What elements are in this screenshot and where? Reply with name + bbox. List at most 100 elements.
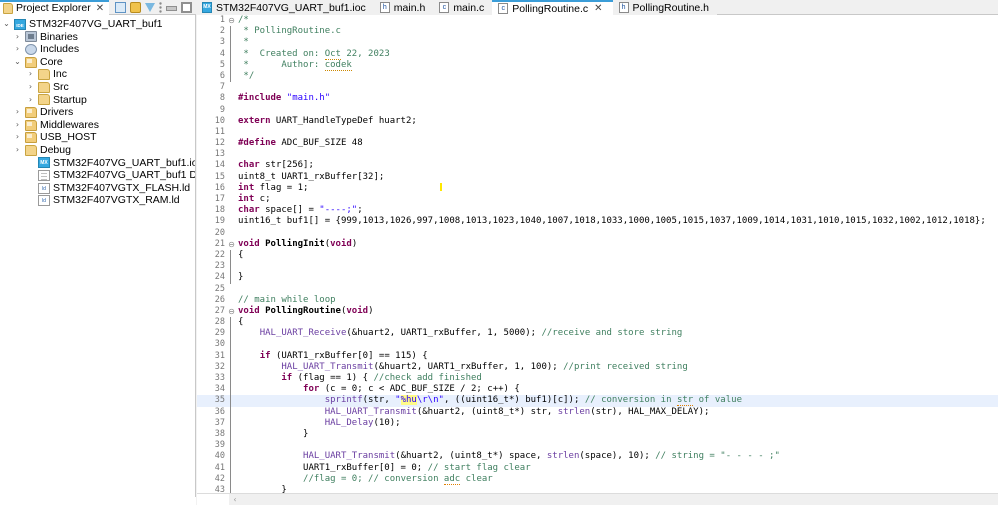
tree-item-debug[interactable]: › Debug xyxy=(0,144,195,157)
code-line-3[interactable]: 3 * xyxy=(197,37,998,49)
code-line-text: */ xyxy=(238,70,255,81)
code-line-6[interactable]: 6 */ xyxy=(197,70,998,83)
tree-item-stm32f407vgtx-flash-ld[interactable]: STM32F407VGTX_FLASH.ld xyxy=(0,182,195,195)
scrollbar-track[interactable] xyxy=(241,493,998,505)
code-line-20[interactable]: 20 xyxy=(197,228,998,239)
code-line-37[interactable]: 37 HAL_Delay(10); xyxy=(197,417,998,429)
code-line-19[interactable]: 19 uint16_t buf1[] = {999,1013,1026,997,1… xyxy=(197,216,998,227)
code-lines-container[interactable]: 1 ⊖/* 2 * PollingRoutine.c 3 * 4 * Created o… xyxy=(197,15,998,493)
horizontal-scrollbar[interactable]: ‹ xyxy=(197,493,998,505)
code-line-12[interactable]: 12 #define ADC_BUF_SIZE 48 xyxy=(197,138,998,149)
code-line-38[interactable]: 38 } xyxy=(197,428,998,441)
project-explorer-panel[interactable]: ⌄ STM32F407VG_UART_buf1 › Binaries › Includes… xyxy=(0,15,196,505)
code-line-13[interactable]: 13 xyxy=(197,149,998,160)
chevron-right-icon[interactable]: › xyxy=(13,144,22,157)
code-editor[interactable]: 1 ⊖/* 2 * PollingRoutine.c 3 * 4 * Created o… xyxy=(197,15,998,505)
editor-tab-pollingroutine-c[interactable]: PollingRoutine.c✕ xyxy=(492,0,613,15)
tree-item-inc[interactable]: › Inc xyxy=(0,68,195,81)
link-with-editor-icon[interactable] xyxy=(130,1,142,13)
tree-item-stm32f407vgtx-ram-ld[interactable]: STM32F407VGTX_RAM.ld xyxy=(0,194,195,207)
minimize-icon[interactable] xyxy=(166,6,178,11)
line-number: 42 xyxy=(214,473,225,484)
code-line-36[interactable]: 36 HAL_UART_Transmit(&huart2, (uint8_t*)… xyxy=(197,406,998,418)
editor-tab-main-h[interactable]: main.h xyxy=(373,0,434,15)
code-line-10[interactable]: 10 extern UART_HandleTypeDef huart2; xyxy=(197,116,998,127)
editor-tab-stm32f407vg-uart-buf1-ioc[interactable]: STM32F407VG_UART_buf1.ioc xyxy=(196,0,374,15)
code-line-26[interactable]: 26 // main while loop xyxy=(197,295,998,306)
code-line-2[interactable]: 2 * PollingRoutine.c xyxy=(197,26,998,38)
code-line-17[interactable]: 17 int c; xyxy=(197,194,998,205)
chevron-right-icon[interactable]: › xyxy=(13,119,22,132)
tree-item-usb-host[interactable]: › USB_HOST xyxy=(0,131,195,144)
code-line-40[interactable]: 40 HAL_UART_Transmit(&huart2, (uint8_t*)… xyxy=(197,451,998,463)
tree-item-startup[interactable]: › Startup xyxy=(0,94,195,107)
code-line-4[interactable]: 4 * Created on: Oct 22, 2023 xyxy=(197,48,998,60)
collapse-all-icon[interactable] xyxy=(115,1,127,13)
code-line-25[interactable]: 25 xyxy=(197,284,998,295)
code-line-21[interactable]: 21 ⊖ void PollingInit(void) xyxy=(197,239,998,250)
view-menu-icon[interactable] xyxy=(159,1,162,13)
tree-item-drivers[interactable]: › Drivers xyxy=(0,106,195,119)
code-line-41[interactable]: 41 UART1_rxBuffer[0] = 0; // start flag … xyxy=(197,462,998,474)
filter-icon[interactable] xyxy=(145,2,156,12)
fold-collapse-icon[interactable]: ⊖ xyxy=(227,239,236,250)
chevron-right-icon[interactable]: › xyxy=(26,68,35,81)
code-line-9[interactable]: 9 xyxy=(197,105,998,116)
line-number: 2 xyxy=(219,26,225,37)
chevron-right-icon[interactable]: › xyxy=(26,94,35,107)
close-icon[interactable]: ✕ xyxy=(94,3,106,14)
code-line-1[interactable]: 1 ⊖/* xyxy=(197,15,998,26)
chevron-right-icon[interactable]: › xyxy=(13,106,22,119)
code-line-28[interactable]: 28 { xyxy=(197,317,998,329)
code-line-39[interactable]: 39 xyxy=(197,440,998,452)
chevron-right-icon[interactable]: › xyxy=(13,131,22,144)
code-line-22[interactable]: 22 { xyxy=(197,249,998,262)
code-line-16[interactable]: 16 int flag = 1; xyxy=(197,183,998,194)
tree-item-stm32f407vg-uart-buf1-debug-launch[interactable]: STM32F407VG_UART_buf1 Debug.launch xyxy=(0,169,195,182)
scrollbar-gutter-pad xyxy=(197,493,229,505)
tab-project-explorer[interactable]: Project Explorer ✕ xyxy=(0,0,110,15)
chevron-right-icon[interactable]: › xyxy=(13,43,22,56)
chevron-down-icon[interactable]: ⌄ xyxy=(13,56,22,69)
fold-region-bar xyxy=(230,451,231,463)
close-icon[interactable]: ✕ xyxy=(592,3,604,14)
code-line-31[interactable]: 31 if (UART1_rxBuffer[0] == 115) { xyxy=(197,350,998,362)
code-line-33[interactable]: 33 if (flag == 1) { //check add finished xyxy=(197,373,998,385)
code-line-29[interactable]: 29 HAL_UART_Receive(&huart2, UART1_rxBuf… xyxy=(197,328,998,340)
scroll-left-icon[interactable]: ‹ xyxy=(229,494,241,505)
code-line-24[interactable]: 24} xyxy=(197,272,998,284)
code-line-18[interactable]: 18 char space[] = "----;"; xyxy=(197,205,998,216)
code-line-11[interactable]: 11 xyxy=(197,127,998,138)
tree-item-stm32f407vg-uart-buf1-ioc[interactable]: STM32F407VG_UART_buf1.ioc xyxy=(0,157,195,170)
code-line-35[interactable]: 35 sprintf(str, "%hu\r\n", ((uint16_t*) … xyxy=(197,395,998,407)
tree-item-label: Debug xyxy=(40,143,71,156)
source-folder-icon xyxy=(25,119,37,131)
tree-item-stm32f407vg-uart-buf1[interactable]: ⌄ STM32F407VG_UART_buf1 xyxy=(0,18,195,31)
code-line-27[interactable]: 27 ⊖ void PollingRoutine(void) xyxy=(197,306,998,317)
maximize-icon[interactable] xyxy=(181,1,193,13)
editor-tab-main-c[interactable]: main.c xyxy=(433,0,493,15)
line-number: 19 xyxy=(214,216,225,227)
code-line-32[interactable]: 32 HAL_UART_Transmit(&huart2, UART1_rxBu… xyxy=(197,361,998,373)
code-line-30[interactable]: 30 xyxy=(197,339,998,351)
tree-item-binaries[interactable]: › Binaries xyxy=(0,31,195,44)
editor-tab-pollingroutine-h[interactable]: PollingRoutine.h xyxy=(612,0,717,15)
tree-item-includes[interactable]: › Includes xyxy=(0,43,195,56)
code-line-34[interactable]: 34 for (c = 0; c < ADC_BUF_SIZE / 2; c++… xyxy=(197,384,998,396)
fold-collapse-icon[interactable]: ⊖ xyxy=(227,306,236,317)
code-line-23[interactable]: 23 xyxy=(197,261,998,273)
chevron-down-icon[interactable]: ⌄ xyxy=(2,18,11,31)
fold-collapse-icon[interactable]: ⊖ xyxy=(227,15,236,26)
tree-item-core[interactable]: ⌄ Core xyxy=(0,56,195,69)
tree-item-src[interactable]: › Src xyxy=(0,81,195,94)
code-line-42[interactable]: 42 //flag = 0; // conversion adc clear xyxy=(197,473,998,485)
code-line-5[interactable]: 5 * Author: codek xyxy=(197,59,998,71)
code-line-8[interactable]: 8 #include "main.h" xyxy=(197,93,998,104)
code-line-7[interactable]: 7 xyxy=(197,82,998,93)
code-line-14[interactable]: 14 char str[256]; xyxy=(197,160,998,171)
code-line-43[interactable]: 43 } xyxy=(197,484,998,493)
chevron-right-icon[interactable]: › xyxy=(26,81,35,94)
chevron-right-icon[interactable]: › xyxy=(13,31,22,44)
code-line-15[interactable]: 15 uint8_t UART1_rxBuffer[32]; xyxy=(197,172,998,183)
tree-item-middlewares[interactable]: › Middlewares xyxy=(0,119,195,132)
